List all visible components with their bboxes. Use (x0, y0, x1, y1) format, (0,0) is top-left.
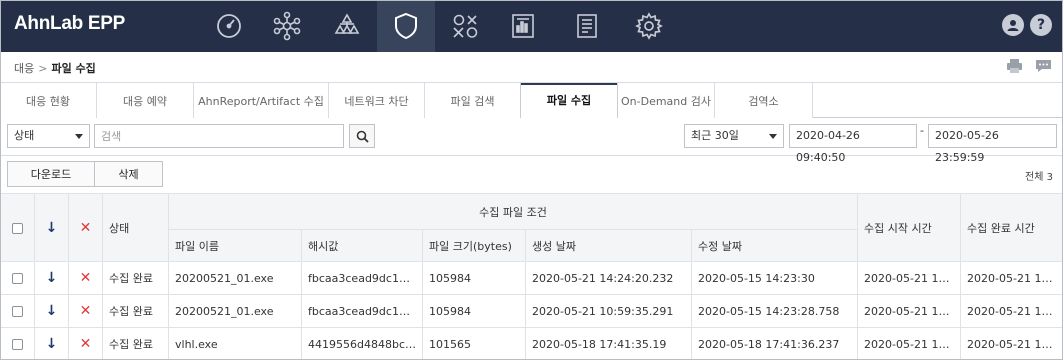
breadcrumb: 대응 > 파일 수집 (14, 60, 96, 76)
nav-network-nodes-icon[interactable] (258, 0, 316, 52)
header-collection-end[interactable]: 수집 완료 시간 (960, 193, 1063, 262)
chevron-down-icon (75, 134, 83, 139)
table-row[interactable]: ↓ ✕ 수집 완료 20200521_01.exe fbcaa3cead9dc1… (0, 294, 1063, 328)
header-status[interactable]: 상태 (102, 193, 169, 262)
row-checkbox[interactable] (12, 273, 23, 284)
download-arrow-icon[interactable]: ↓ (46, 336, 58, 352)
app-logo: AhnLab EPP (14, 13, 126, 34)
tab-file-collection[interactable]: 파일 수집 (520, 83, 618, 119)
header-download: ↓ (34, 193, 69, 262)
cell-collection-end: 2020-05-21 10:3… (960, 327, 1063, 360)
cell-file-name: 20200521_01.exe (168, 294, 302, 328)
top-navigation-bar: AhnLab EPP ? (0, 0, 1063, 52)
download-arrow-icon[interactable]: ↓ (46, 270, 58, 286)
cell-created-date: 2020-05-21 10:59:35.291 (525, 294, 692, 328)
tab-on-demand-scan[interactable]: On-Demand 검사 (618, 83, 715, 118)
nav-hierarchy-triangles-icon[interactable] (318, 0, 376, 52)
date-from-field[interactable]: 2020-04-26 09:40:50 (789, 124, 917, 164)
print-icon[interactable] (1006, 59, 1023, 73)
cell-modified-date: 2020-05-15 14:23:30 (690, 261, 859, 295)
cell-hash: fbcaa3cead9dc11f1f… (301, 294, 423, 328)
cell-file-size: 101565 (422, 327, 526, 360)
header-collection-start[interactable]: 수집 시작 시간 (857, 193, 962, 262)
header-collection-condition: 수집 파일 조건 (167, 193, 859, 230)
search-icon (356, 130, 369, 143)
breadcrumb-separator: > (38, 62, 48, 75)
download-arrow-icon[interactable]: ↓ (46, 303, 58, 319)
nav-dashboard-gauge-icon[interactable] (200, 0, 258, 52)
help-icon[interactable]: ? (1030, 14, 1052, 36)
cell-file-name: vlhl.exe (168, 327, 302, 360)
tab-file-search[interactable]: 파일 검색 (425, 83, 521, 118)
search-button[interactable] (349, 124, 375, 148)
nav-settings-gear-icon[interactable] (620, 0, 678, 52)
status-select-value: 상태 (14, 129, 35, 142)
cell-status: 수집 완료 (102, 294, 169, 328)
cell-hash: 4419556d4848bc26… (301, 327, 423, 360)
delete-x-icon: ✕ (79, 219, 92, 236)
cell-status: 수집 완료 (102, 261, 169, 295)
message-icon[interactable] (1035, 59, 1052, 73)
cell-modified-date: 2020-05-18 17:41:36.237 (690, 327, 859, 360)
cell-collection-start: 2020-05-21 16:4… (857, 261, 962, 295)
tab-response-status[interactable]: 대응 현황 (0, 83, 97, 118)
header-select-all (0, 193, 35, 262)
tab-bar: 대응 현황 대응 예약 AhnReport/Artifact 수집 네트워크 차… (0, 83, 1063, 119)
period-select[interactable]: 최근 30일 (684, 124, 784, 148)
total-count: 전체 3 (1025, 172, 1053, 183)
tab-network-block[interactable]: 네트워크 차단 (329, 83, 425, 118)
date-range-separator: - (920, 124, 924, 137)
download-arrow-icon: ↓ (45, 219, 58, 236)
cell-file-name: 20200521_01.exe (168, 261, 302, 295)
file-collection-table: ↓ ✕ 상태 수집 파일 조건 수집 시작 시간 수집 완료 시간 파일 이름 … (0, 193, 1063, 360)
date-to-field[interactable]: 2020-05-26 23:59:59 (928, 124, 1057, 164)
header-created-date[interactable]: 생성 날짜 (525, 229, 692, 262)
header-modified-date[interactable]: 수정 날짜 (690, 229, 859, 262)
cell-collection-start: 2020-05-21 11:0… (857, 294, 962, 328)
table-row[interactable]: ↓ ✕ 수집 완료 20200521_01.exe fbcaa3cead9dc1… (0, 261, 1063, 295)
breadcrumb-current: 파일 수집 (51, 62, 96, 75)
user-icon[interactable] (1002, 14, 1024, 36)
cell-created-date: 2020-05-21 14:24:20.232 (525, 261, 692, 295)
header-file-size[interactable]: 파일 크기(bytes) (422, 229, 526, 262)
download-button[interactable]: 다운로드 (7, 161, 95, 187)
cell-file-size: 105984 (422, 294, 526, 328)
row-checkbox[interactable] (12, 306, 23, 317)
chevron-down-icon (769, 134, 777, 139)
header-file-name[interactable]: 파일 이름 (168, 229, 302, 262)
tab-quarantine[interactable]: 검역소 (715, 83, 813, 118)
table-row[interactable]: ↓ ✕ 수집 완료 vlhl.exe 4419556d4848bc26… 101… (0, 327, 1063, 360)
status-select[interactable]: 상태 (7, 124, 90, 148)
breadcrumb-bar: 대응 > 파일 수집 (0, 52, 1063, 83)
nav-report-chart-icon[interactable] (494, 0, 552, 52)
search-input[interactable] (94, 124, 344, 148)
delete-button[interactable]: 삭제 (94, 161, 163, 187)
cell-collection-start: 2020-05-21 10:3… (857, 327, 962, 360)
cell-status: 수집 완료 (102, 327, 169, 360)
header-delete: ✕ (68, 193, 103, 262)
tab-ahnreport-artifact[interactable]: AhnReport/Artifact 수집 (194, 83, 329, 118)
cell-collection-end: 2020-05-21 11:0… (960, 294, 1063, 328)
row-checkbox[interactable] (12, 339, 23, 350)
breadcrumb-parent[interactable]: 대응 (14, 62, 34, 75)
period-select-value: 최근 30일 (691, 129, 739, 142)
nav-shield-icon[interactable] (377, 0, 435, 52)
tab-response-schedule[interactable]: 대응 예약 (97, 83, 194, 118)
nav-ox-icon[interactable] (436, 0, 494, 52)
cell-modified-date: 2020-05-15 14:23:28.758 (690, 294, 859, 328)
nav-document-list-icon[interactable] (558, 0, 616, 52)
cell-created-date: 2020-05-18 17:41:35.19 (525, 327, 692, 360)
delete-x-icon[interactable]: ✕ (80, 303, 92, 319)
select-all-checkbox[interactable] (12, 222, 23, 234)
delete-x-icon[interactable]: ✕ (80, 336, 92, 352)
cell-hash: fbcaa3cead9dc11f1f… (301, 261, 423, 295)
header-hash[interactable]: 해시값 (301, 229, 423, 262)
delete-x-icon[interactable]: ✕ (80, 270, 92, 286)
cell-collection-end: 2020-05-21 16:4… (960, 261, 1063, 295)
cell-file-size: 105984 (422, 261, 526, 295)
